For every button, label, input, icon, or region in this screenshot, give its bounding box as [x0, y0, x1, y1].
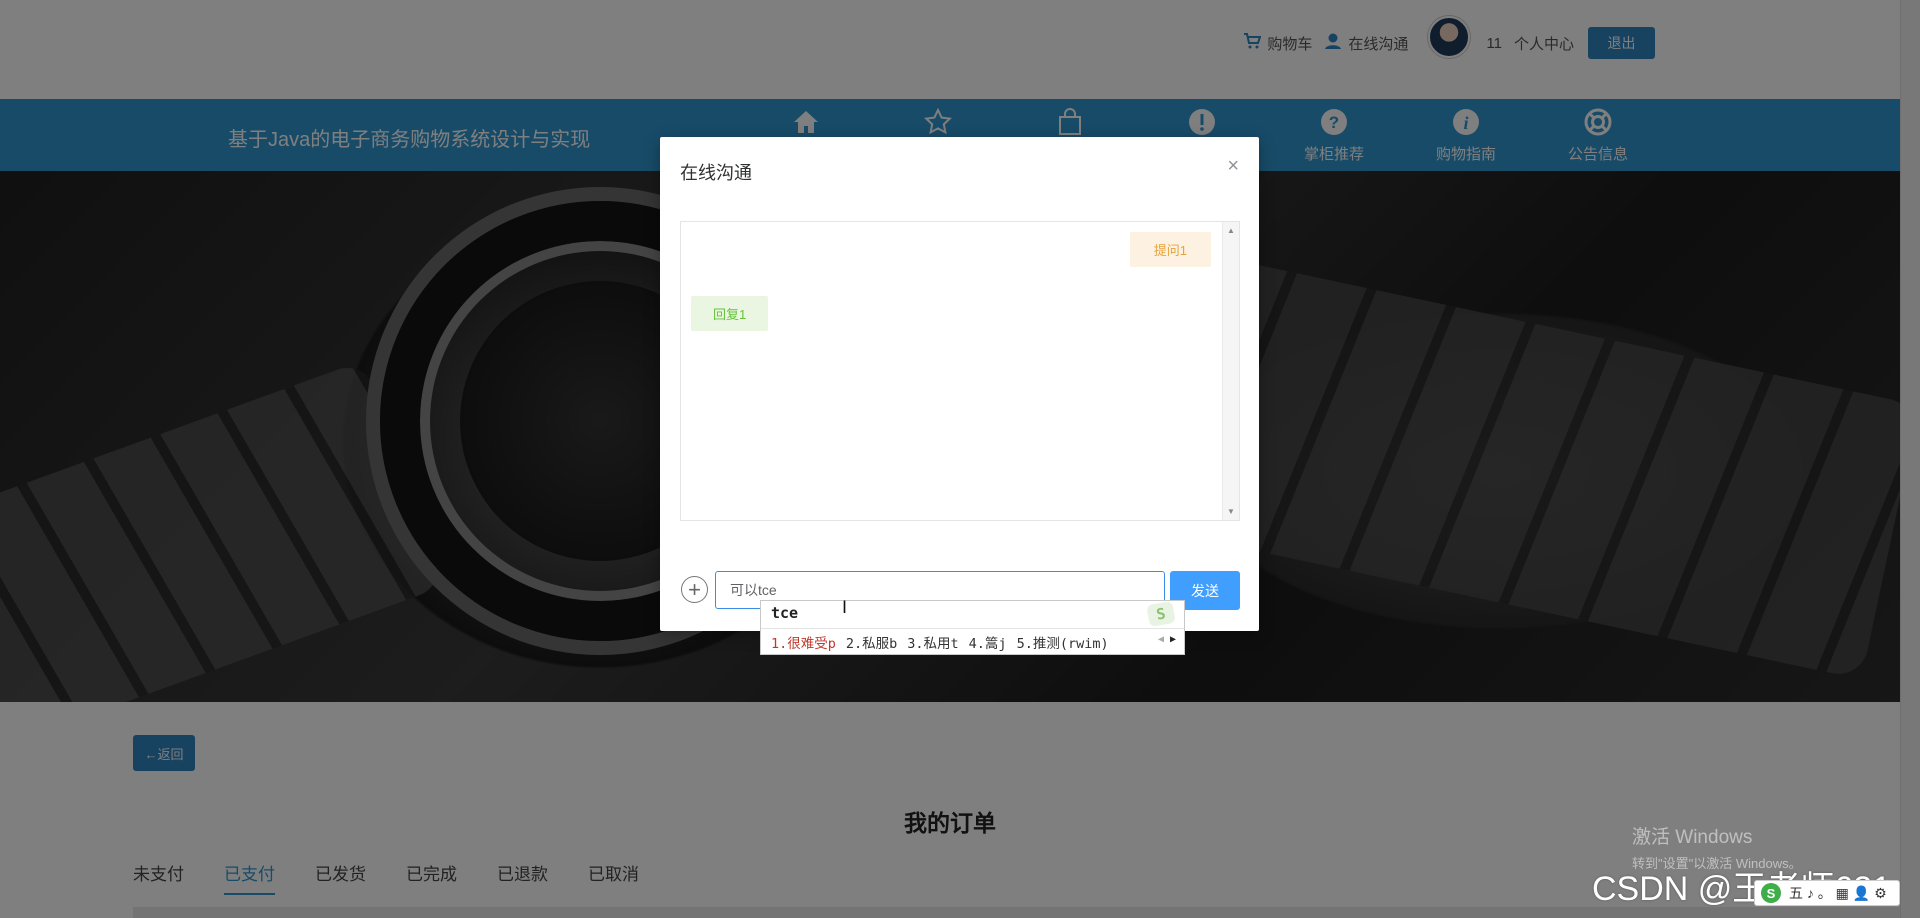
ime-composition: tce: [771, 604, 799, 622]
ime-prev-icon[interactable]: ◀: [1158, 634, 1164, 645]
scroll-down-icon[interactable]: ▼: [1227, 507, 1235, 516]
chat-dialog: 在线沟通 × 提问1 回复1 ▲ ▼ + 发送: [660, 137, 1259, 631]
reply-message: 回复1: [691, 296, 769, 331]
ime-candidate-popup: tce S 1.很难受p 2.私服b 3.私用t 4.篙j 5.推测(rwim)…: [760, 600, 1185, 655]
text-cursor-icon: Ⅰ: [842, 598, 848, 618]
sogou-status-icon: S: [1761, 883, 1781, 903]
ime-next-icon[interactable]: ▶: [1170, 634, 1176, 645]
ime-candidate[interactable]: 5.推测(rwim): [1017, 632, 1109, 652]
ime-page-nav: ◀ ▶: [1158, 634, 1176, 645]
ime-status-items: 五 ♪ 。 ▦ 👤 ⚙: [1789, 885, 1887, 901]
ime-status-bar[interactable]: S 五 ♪ 。 ▦ 👤 ⚙: [1754, 880, 1900, 906]
ime-candidate[interactable]: 1.很难受p: [771, 632, 836, 652]
ime-candidate[interactable]: 2.私服b: [846, 632, 897, 652]
ime-candidates: 1.很难受p 2.私服b 3.私用t 4.篙j 5.推测(rwim): [771, 632, 1109, 652]
chat-messages[interactable]: 提问1 回复1 ▲ ▼: [680, 221, 1240, 521]
ime-divider: [761, 628, 1184, 629]
windows-activation-title: 激活 Windows: [1632, 827, 1753, 848]
dialog-title: 在线沟通: [680, 163, 752, 183]
close-icon[interactable]: ×: [1227, 155, 1239, 178]
add-circle-icon[interactable]: +: [681, 576, 708, 603]
scroll-up-icon[interactable]: ▲: [1227, 226, 1235, 235]
question-message: 提问1: [1129, 232, 1211, 267]
sogou-logo-icon: S: [1146, 600, 1176, 628]
chat-scrollbar[interactable]: ▲ ▼: [1222, 222, 1239, 520]
ime-candidate[interactable]: 4.篙j: [969, 632, 1007, 652]
ime-candidate[interactable]: 3.私用t: [907, 632, 958, 652]
